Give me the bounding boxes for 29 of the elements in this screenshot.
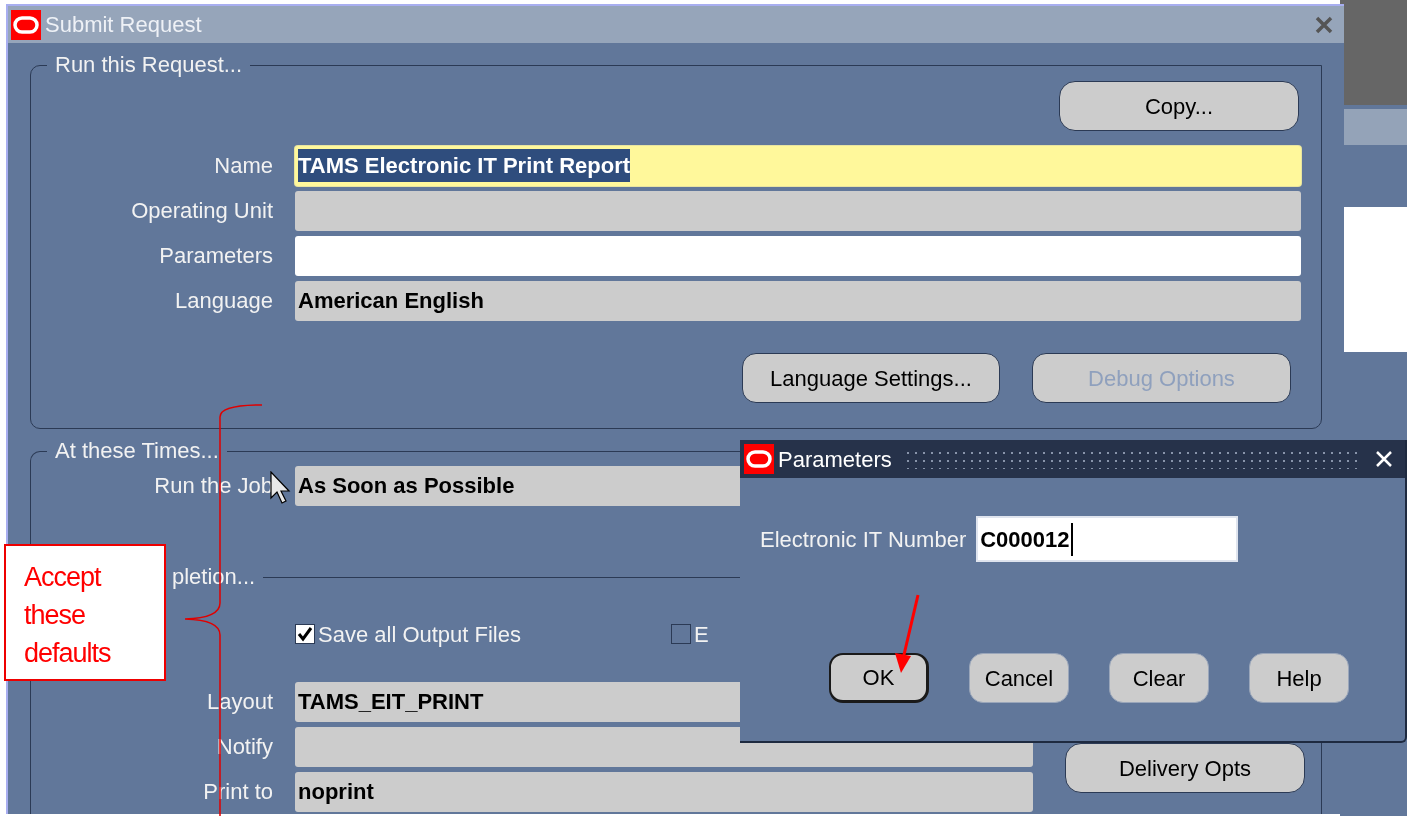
checkbox[interactable]: E bbox=[671, 620, 709, 648]
input-field[interactable]: American English bbox=[295, 280, 1301, 321]
dialog-title: Parameters bbox=[778, 445, 892, 474]
button[interactable]: Clear bbox=[1109, 653, 1209, 703]
app-logo-icon bbox=[744, 444, 774, 474]
section-title: At these Times... bbox=[54, 439, 220, 463]
button[interactable]: Language Settings... bbox=[742, 353, 1000, 403]
check-icon bbox=[297, 626, 313, 642]
button[interactable]: Copy... bbox=[1059, 81, 1299, 131]
input-field[interactable]: TAMS Electronic IT Print Report bbox=[295, 145, 1301, 186]
button[interactable]: Delivery Opts bbox=[1065, 743, 1305, 793]
field-label: Operating Unit bbox=[130, 197, 273, 225]
section-title: Run this Request... bbox=[54, 53, 244, 77]
window-title: Submit Request bbox=[45, 11, 203, 39]
button[interactable]: Cancel bbox=[969, 653, 1069, 703]
field-label: Parameters bbox=[158, 242, 273, 270]
field-label: Language bbox=[174, 287, 273, 315]
field-label: Name bbox=[213, 152, 273, 180]
button: Debug Options bbox=[1032, 353, 1291, 403]
checkbox[interactable]: Save all Output Files bbox=[295, 620, 521, 648]
input-field[interactable] bbox=[295, 190, 1301, 231]
input-field[interactable]: C000012 bbox=[976, 516, 1239, 562]
button[interactable]: OK bbox=[829, 653, 929, 703]
callout-note: Accept these defaults bbox=[4, 544, 166, 681]
button[interactable]: Help bbox=[1249, 653, 1349, 703]
app-logo-icon bbox=[11, 9, 41, 40]
input-field[interactable] bbox=[295, 235, 1301, 276]
field-label: Electronic IT Number bbox=[760, 525, 967, 554]
input-field[interactable]: noprint bbox=[295, 771, 1033, 812]
